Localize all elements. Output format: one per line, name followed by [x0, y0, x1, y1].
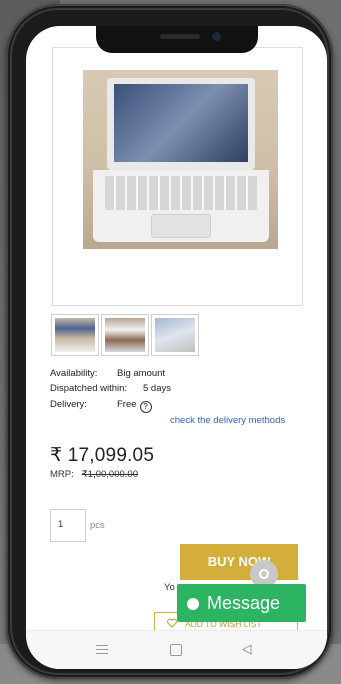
phone-notch [96, 26, 258, 53]
you-text: Yo [164, 582, 175, 593]
laptop-lid [107, 78, 255, 170]
dispatch-value: 5 days [143, 383, 171, 394]
laptop-base [93, 170, 269, 242]
laptop-trackpad [151, 214, 211, 238]
dispatch-label: Dispatched within: [50, 383, 128, 394]
product-main-image [83, 70, 278, 249]
home-square-icon[interactable] [170, 644, 182, 656]
mrp-label: MRP: [50, 469, 74, 480]
delivery-row: Delivery: Free? [50, 399, 152, 413]
message-button[interactable]: Message [177, 584, 306, 622]
product-price: ₹ 17,099.05 [50, 445, 155, 466]
phone-frame: Availability: Big amount Dispatched withi… [6, 4, 333, 679]
availability-value: Big amount [117, 368, 166, 379]
speaker-grille [160, 34, 200, 39]
info-circle-icon[interactable]: ? [139, 401, 152, 413]
thumbnail-2[interactable] [101, 314, 149, 356]
menu-icon[interactable] [96, 645, 108, 654]
android-nav-bar [26, 630, 327, 669]
phone-screen: Availability: Big amount Dispatched withi… [26, 26, 327, 669]
buy-now-button[interactable]: BUY NOW [180, 544, 298, 580]
availability-row: Availability: Big amount [50, 368, 165, 380]
thumbnail-3[interactable] [151, 314, 199, 356]
availability-label: Availability: [50, 368, 98, 379]
mrp-row: MRP: ₹1,00,000.00 [50, 469, 138, 480]
laptop-display [114, 84, 248, 162]
delivery-methods-link[interactable]: check the delivery methods [170, 415, 285, 426]
dispatch-row: Dispatched within: 5 days [50, 383, 171, 395]
thumbnail-1[interactable] [51, 314, 99, 356]
delivery-label: Delivery: [50, 399, 87, 410]
thumbnail-image [55, 318, 95, 352]
mrp-value: ₹1,00,000.00 [81, 469, 138, 480]
laptop-keyboard [105, 176, 257, 210]
quantity-input[interactable]: 1 [50, 509, 86, 542]
product-main-image-frame[interactable] [52, 47, 303, 306]
thumbnail-image [155, 318, 195, 352]
heart-icon [167, 618, 177, 628]
message-label: Message [207, 593, 281, 613]
chat-bubble-icon [187, 598, 199, 610]
quantity-unit: pcs [90, 520, 105, 531]
delivery-value: Free [117, 399, 137, 410]
front-camera-icon [212, 32, 221, 41]
back-triangle-icon[interactable] [242, 644, 252, 655]
thumbnail-image [105, 318, 145, 352]
